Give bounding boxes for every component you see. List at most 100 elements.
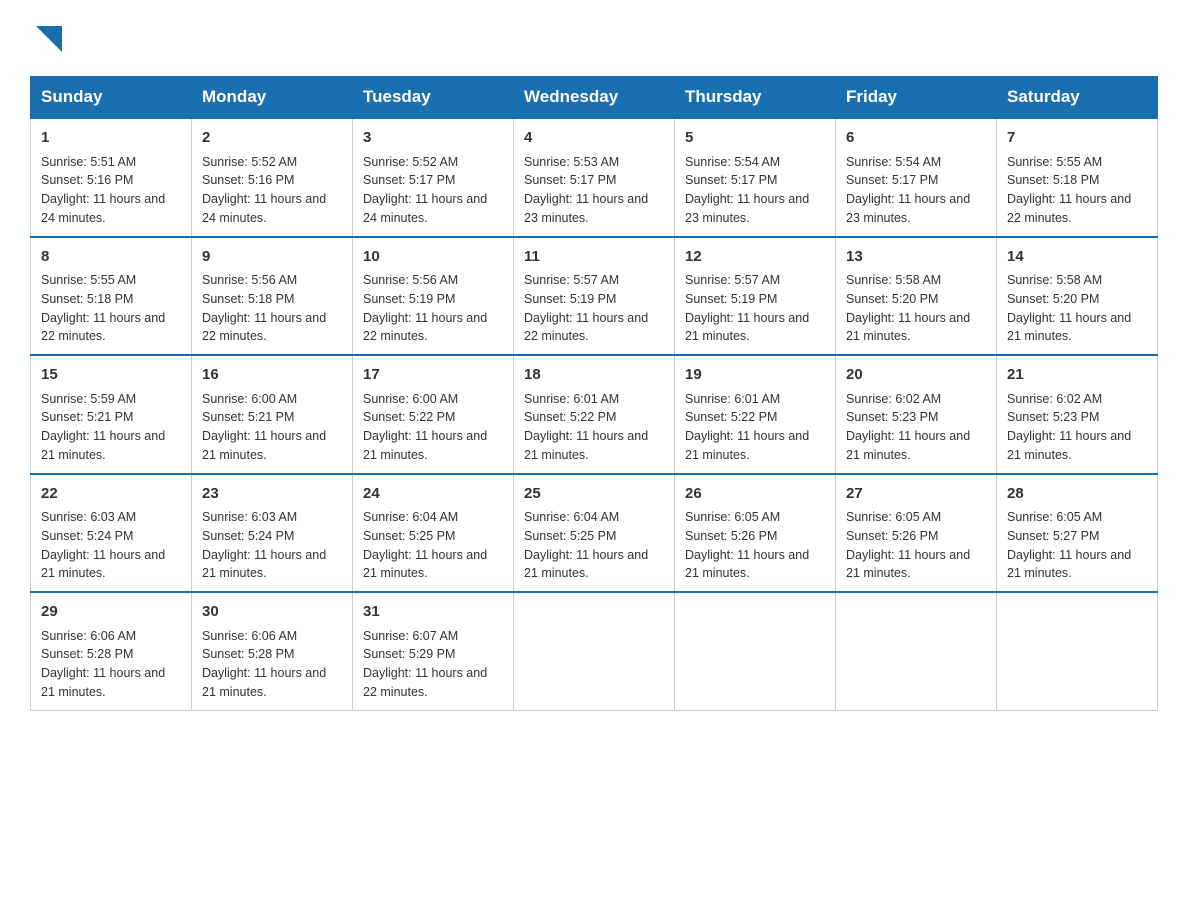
daylight-text: Daylight: 11 hours and 24 minutes. (41, 190, 181, 228)
day-info: Sunrise: 5:55 AMSunset: 5:18 PMDaylight:… (1007, 153, 1147, 228)
sunset-text: Sunset: 5:26 PM (685, 527, 825, 546)
calendar-cell: 30Sunrise: 6:06 AMSunset: 5:28 PMDayligh… (192, 592, 353, 710)
week-row-4: 22Sunrise: 6:03 AMSunset: 5:24 PMDayligh… (31, 474, 1158, 593)
calendar-cell: 9Sunrise: 5:56 AMSunset: 5:18 PMDaylight… (192, 237, 353, 356)
calendar-cell: 3 Sunrise: 5:52 AMSunset: 5:17 PMDaylight… (353, 118, 514, 237)
daylight-text: Daylight: 11 hours and 24 minutes. (363, 190, 503, 228)
sunset-text: Sunset: 5:24 PM (202, 527, 342, 546)
sunrise-text: Sunrise: 6:00 AM (202, 390, 342, 409)
calendar-cell: 8Sunrise: 5:55 AMSunset: 5:18 PMDaylight… (31, 237, 192, 356)
sunset-text: Sunset: 5:17 PM (363, 171, 503, 190)
calendar-cell: 20Sunrise: 6:02 AMSunset: 5:23 PMDayligh… (836, 355, 997, 474)
day-number: 12 (685, 246, 825, 269)
day-number: 3 (363, 127, 503, 150)
day-number: 28 (1007, 483, 1147, 506)
sunrise-text: Sunrise: 6:06 AM (202, 627, 342, 646)
sunrise-text: Sunrise: 6:03 AM (41, 508, 181, 527)
col-header-thursday: Thursday (675, 77, 836, 119)
calendar-cell: 6Sunrise: 5:54 AMSunset: 5:17 PMDaylight… (836, 118, 997, 237)
sunset-text: Sunset: 5:17 PM (524, 171, 664, 190)
day-info: Sunrise: 5:53 AMSunset: 5:17 PMDaylight:… (524, 153, 664, 228)
day-info: Sunrise: 5:58 AMSunset: 5:20 PMDaylight:… (1007, 271, 1147, 346)
sunset-text: Sunset: 5:20 PM (1007, 290, 1147, 309)
calendar-cell: 21Sunrise: 6:02 AMSunset: 5:23 PMDayligh… (997, 355, 1158, 474)
calendar-cell: 15 Sunrise: 5:59 AMSunset: 5:21 PMDayligh… (31, 355, 192, 474)
day-info: Sunrise: 6:00 AMSunset: 5:21 PMDaylight:… (202, 390, 342, 465)
day-info: Sunrise: 5:56 AMSunset: 5:18 PMDaylight:… (202, 271, 342, 346)
day-number: 30 (202, 601, 342, 624)
day-info: Sunrise: 5:59 AMSunset: 5:21 PMDaylight:… (41, 390, 181, 465)
day-number: 20 (846, 364, 986, 387)
day-number: 21 (1007, 364, 1147, 387)
calendar-cell: 5Sunrise: 5:54 AMSunset: 5:17 PMDaylight… (675, 118, 836, 237)
daylight-text: Daylight: 11 hours and 21 minutes. (202, 427, 342, 465)
sunrise-text: Sunrise: 5:55 AM (41, 271, 181, 290)
calendar-cell: 29 Sunrise: 6:06 AMSunset: 5:28 PMDayligh… (31, 592, 192, 710)
day-number: 23 (202, 483, 342, 506)
calendar-cell: 12Sunrise: 5:57 AMSunset: 5:19 PMDayligh… (675, 237, 836, 356)
sunset-text: Sunset: 5:23 PM (1007, 408, 1147, 427)
day-number: 4 (524, 127, 664, 150)
daylight-text: Daylight: 11 hours and 22 minutes. (363, 309, 503, 347)
week-row-2: 8Sunrise: 5:55 AMSunset: 5:18 PMDaylight… (31, 237, 1158, 356)
sunset-text: Sunset: 5:21 PM (202, 408, 342, 427)
day-info: Sunrise: 5:55 AMSunset: 5:18 PMDaylight:… (41, 271, 181, 346)
sunrise-text: Sunrise: 5:54 AM (685, 153, 825, 172)
day-info: Sunrise: 5:57 AMSunset: 5:19 PMDaylight:… (524, 271, 664, 346)
day-number: 19 (685, 364, 825, 387)
day-number: 10 (363, 246, 503, 269)
day-number: 29 (41, 601, 181, 624)
calendar-cell: 4 Sunrise: 5:53 AMSunset: 5:17 PMDaylight… (514, 118, 675, 237)
day-info: Sunrise: 5:54 AMSunset: 5:17 PMDaylight:… (846, 153, 986, 228)
sunrise-text: Sunrise: 5:52 AM (363, 153, 503, 172)
day-info: Sunrise: 6:06 AMSunset: 5:28 PMDaylight:… (41, 627, 181, 702)
day-number: 17 (363, 364, 503, 387)
calendar-cell: 22Sunrise: 6:03 AMSunset: 5:24 PMDayligh… (31, 474, 192, 593)
sunset-text: Sunset: 5:19 PM (524, 290, 664, 309)
sunrise-text: Sunrise: 6:05 AM (685, 508, 825, 527)
daylight-text: Daylight: 11 hours and 21 minutes. (685, 546, 825, 584)
day-number: 25 (524, 483, 664, 506)
day-info: Sunrise: 6:00 AMSunset: 5:22 PMDaylight:… (363, 390, 503, 465)
day-number: 7 (1007, 127, 1147, 150)
col-header-monday: Monday (192, 77, 353, 119)
day-number: 8 (41, 246, 181, 269)
sunset-text: Sunset: 5:19 PM (685, 290, 825, 309)
sunset-text: Sunset: 5:29 PM (363, 645, 503, 664)
col-header-friday: Friday (836, 77, 997, 119)
calendar-cell: 24Sunrise: 6:04 AMSunset: 5:25 PMDayligh… (353, 474, 514, 593)
day-info: Sunrise: 5:52 AMSunset: 5:16 PMDaylight:… (202, 153, 342, 228)
day-number: 11 (524, 246, 664, 269)
week-row-5: 29 Sunrise: 6:06 AMSunset: 5:28 PMDayligh… (31, 592, 1158, 710)
calendar-cell: 11Sunrise: 5:57 AMSunset: 5:19 PMDayligh… (514, 237, 675, 356)
day-number: 31 (363, 601, 503, 624)
day-number: 15 (41, 364, 181, 387)
daylight-text: Daylight: 11 hours and 21 minutes. (41, 546, 181, 584)
daylight-text: Daylight: 11 hours and 22 minutes. (202, 309, 342, 347)
sunset-text: Sunset: 5:19 PM (363, 290, 503, 309)
calendar-cell: 31Sunrise: 6:07 AMSunset: 5:29 PMDayligh… (353, 592, 514, 710)
sunset-text: Sunset: 5:23 PM (846, 408, 986, 427)
calendar-cell (836, 592, 997, 710)
sunrise-text: Sunrise: 6:05 AM (1007, 508, 1147, 527)
calendar-cell: 26Sunrise: 6:05 AMSunset: 5:26 PMDayligh… (675, 474, 836, 593)
daylight-text: Daylight: 11 hours and 21 minutes. (202, 664, 342, 702)
header-row: SundayMondayTuesdayWednesdayThursdayFrid… (31, 77, 1158, 119)
sunrise-text: Sunrise: 5:55 AM (1007, 153, 1147, 172)
sunrise-text: Sunrise: 6:04 AM (524, 508, 664, 527)
week-row-1: 1Sunrise: 5:51 AMSunset: 5:16 PMDaylight… (31, 118, 1158, 237)
calendar-cell: 23Sunrise: 6:03 AMSunset: 5:24 PMDayligh… (192, 474, 353, 593)
daylight-text: Daylight: 11 hours and 23 minutes. (685, 190, 825, 228)
day-number: 13 (846, 246, 986, 269)
daylight-text: Daylight: 11 hours and 22 minutes. (41, 309, 181, 347)
day-number: 1 (41, 127, 181, 150)
day-info: Sunrise: 6:03 AMSunset: 5:24 PMDaylight:… (41, 508, 181, 583)
daylight-text: Daylight: 11 hours and 22 minutes. (524, 309, 664, 347)
day-number: 22 (41, 483, 181, 506)
sunset-text: Sunset: 5:22 PM (363, 408, 503, 427)
day-info: Sunrise: 5:54 AMSunset: 5:17 PMDaylight:… (685, 153, 825, 228)
sunrise-text: Sunrise: 6:04 AM (363, 508, 503, 527)
sunrise-text: Sunrise: 5:56 AM (363, 271, 503, 290)
calendar-cell: 1Sunrise: 5:51 AMSunset: 5:16 PMDaylight… (31, 118, 192, 237)
sunrise-text: Sunrise: 5:51 AM (41, 153, 181, 172)
